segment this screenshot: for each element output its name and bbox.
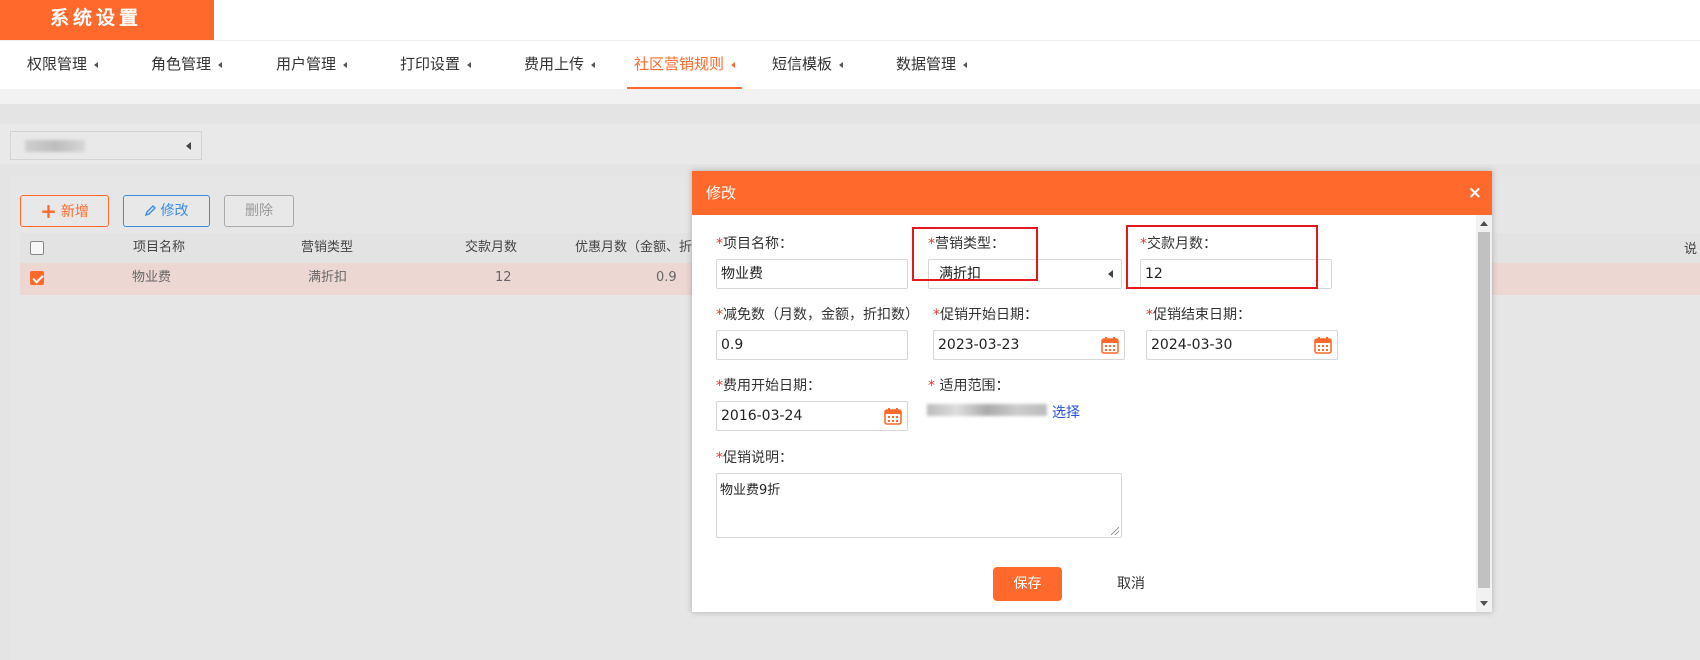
scroll-up-icon[interactable] xyxy=(1480,221,1488,226)
label-reduction: *减免数（月数，金额，折扣数） xyxy=(716,307,919,323)
filter-row xyxy=(0,124,1700,164)
blurred-selection xyxy=(25,140,85,152)
tab-role[interactable]: 角色管理 xyxy=(151,41,223,89)
caret-left-icon xyxy=(839,61,844,68)
edit-dialog: 修改 × *项目名称： 物业费 *营销类型： 满折扣 *交款月数： 12 *减免… xyxy=(692,171,1492,612)
plus-icon: + xyxy=(40,199,57,223)
blurred-scope-value xyxy=(927,404,1047,416)
scope-select-link[interactable]: 选择 xyxy=(1052,402,1080,422)
add-button[interactable]: + 新增 xyxy=(20,195,109,227)
promo-start-input[interactable]: 2023-03-23 xyxy=(933,330,1125,360)
select-all-checkbox[interactable] xyxy=(30,241,44,255)
tab-print[interactable]: 打印设置 xyxy=(400,41,472,89)
col-description-partial: 说 xyxy=(1684,242,1698,257)
promo-end-input[interactable]: 2024-03-30 xyxy=(1146,330,1338,360)
caret-left-icon xyxy=(467,61,472,68)
caret-left-icon xyxy=(963,61,968,68)
caret-left-icon xyxy=(218,61,223,68)
calendar-icon[interactable] xyxy=(1101,336,1119,354)
scrollbar-thumb[interactable] xyxy=(1478,232,1490,588)
tab-data[interactable]: 数据管理 xyxy=(896,41,968,89)
col-project-name: 项目名称 xyxy=(133,240,186,255)
label-promo-desc: *促销说明： xyxy=(716,450,793,466)
dialog-header: 修改 × xyxy=(692,171,1492,215)
app-title: 系统设置 xyxy=(0,0,214,40)
delete-button[interactable]: 删除 xyxy=(224,195,294,227)
tab-community-marketing[interactable]: 社区营销规则 xyxy=(627,41,743,89)
resize-grip-icon[interactable] xyxy=(1111,527,1119,535)
col-discount: 优惠月数（金额、折 xyxy=(575,240,693,255)
caret-left-icon xyxy=(94,61,99,68)
calendar-icon[interactable] xyxy=(884,407,902,425)
calendar-icon[interactable] xyxy=(1314,336,1332,354)
caret-left-icon xyxy=(343,61,348,68)
caret-left-icon xyxy=(591,61,596,68)
promo-desc-textarea[interactable]: 物业费9折 xyxy=(716,473,1122,538)
tab-permission[interactable]: 权限管理 xyxy=(27,41,99,89)
label-scope: * 适用范围： xyxy=(928,378,1010,394)
save-button[interactable]: 保存 xyxy=(993,567,1062,601)
row-checkbox[interactable] xyxy=(30,271,44,285)
tab-fee-upload[interactable]: 费用上传 xyxy=(524,41,596,89)
tab-user[interactable]: 用户管理 xyxy=(276,41,348,89)
top-nav: 权限管理 角色管理 用户管理 打印设置 费用上传 社区营销规则 短信模板 数据管… xyxy=(0,41,1700,89)
caret-left-icon xyxy=(1108,270,1113,278)
tab-sms-template[interactable]: 短信模板 xyxy=(772,41,844,89)
reduction-input[interactable]: 0.9 xyxy=(716,330,908,360)
fee-start-input[interactable]: 2016-03-24 xyxy=(716,401,908,431)
scroll-down-icon[interactable] xyxy=(1480,601,1488,606)
cancel-button[interactable]: 取消 xyxy=(1101,567,1161,601)
cell-pay-months: 12 xyxy=(495,270,512,285)
caret-left-icon xyxy=(731,61,736,68)
dialog-title: 修改 xyxy=(706,184,737,202)
pencil-icon xyxy=(144,205,156,217)
nav-strip xyxy=(0,89,1700,104)
col-pay-months: 交款月数 xyxy=(465,240,518,255)
cell-discount: 0.9 xyxy=(656,270,677,285)
label-promo-end: *促销结束日期： xyxy=(1146,307,1251,323)
col-marketing-type: 营销类型 xyxy=(301,240,354,255)
close-icon[interactable]: × xyxy=(1468,171,1482,215)
label-promo-start: *促销开始日期： xyxy=(933,307,1038,323)
cell-project-name: 物业费 xyxy=(132,270,172,285)
cell-marketing-type: 满折扣 xyxy=(308,270,348,285)
edit-button[interactable]: 修改 xyxy=(123,195,210,227)
project-name-input[interactable]: 物业费 xyxy=(716,259,908,289)
label-fee-start: *费用开始日期： xyxy=(716,378,821,394)
highlight-box-pay-months xyxy=(1126,225,1318,289)
label-project-name: *项目名称： xyxy=(716,236,793,252)
highlight-box-marketing-type xyxy=(912,227,1038,281)
community-select[interactable] xyxy=(10,131,202,160)
caret-left-icon xyxy=(186,142,191,150)
dialog-scrollbar[interactable] xyxy=(1476,215,1492,612)
